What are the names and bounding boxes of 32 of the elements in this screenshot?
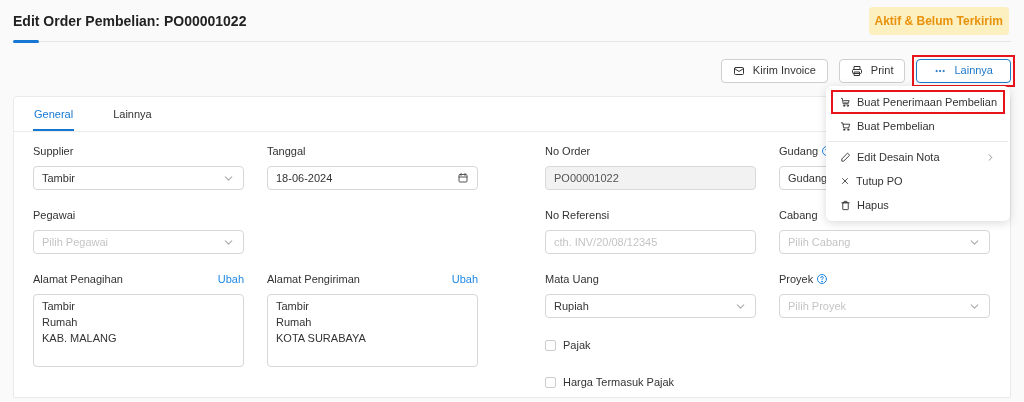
print-button[interactable]: Print <box>838 58 906 83</box>
checkbox-label: Harga Termasuk Pajak <box>563 374 675 390</box>
field-label: Proyek <box>779 271 814 287</box>
date-field[interactable]: 18-06-2024 <box>267 166 478 190</box>
change-link[interactable]: Ubah <box>217 270 244 288</box>
field-label: Tanggal <box>267 143 306 159</box>
select-field[interactable]: Tambir <box>33 166 244 190</box>
field-label: No Order <box>545 143 591 159</box>
field-label: Pegawai <box>33 207 76 223</box>
menu-item[interactable]: Buat Pembelian <box>831 114 1005 138</box>
change-link[interactable]: Ubah <box>451 270 478 288</box>
select-field[interactable]: Rupiah <box>545 294 756 318</box>
menu-item[interactable]: Buat Penerimaan Pembelian <box>831 90 1005 114</box>
send-invoice-button[interactable]: Kirim Invoice <box>720 58 828 83</box>
menu-item[interactable]: Edit Desain Nota <box>831 145 1005 169</box>
field-label: Mata Uang <box>545 271 599 287</box>
status-badge: Aktif & Belum Terkirim <box>868 6 1009 35</box>
more-button[interactable]: Lainnya <box>916 58 1011 83</box>
field-label: Alamat Penagihan <box>33 271 123 287</box>
tab[interactable]: General <box>33 97 75 131</box>
field-label: Cabang <box>779 207 818 223</box>
page-title: Edit Order Pembelian: PO00001022 <box>13 12 247 31</box>
checkbox-label: Pajak <box>563 337 591 353</box>
address-field[interactable]: Tambir Rumah KAB. MALANG <box>33 294 244 367</box>
menu-item[interactable]: Tutup PO <box>831 169 1005 193</box>
field-label: No Referensi <box>545 207 610 223</box>
field-label: Alamat Pengiriman <box>267 271 360 287</box>
field-label: Gudang <box>779 143 819 159</box>
field-label: Supplier <box>33 143 74 159</box>
menu-item[interactable]: Hapus <box>831 193 1005 217</box>
address-field[interactable]: Tambir Rumah KOTA SURABAYA <box>267 294 478 367</box>
tab[interactable]: Lainnya <box>112 97 153 131</box>
